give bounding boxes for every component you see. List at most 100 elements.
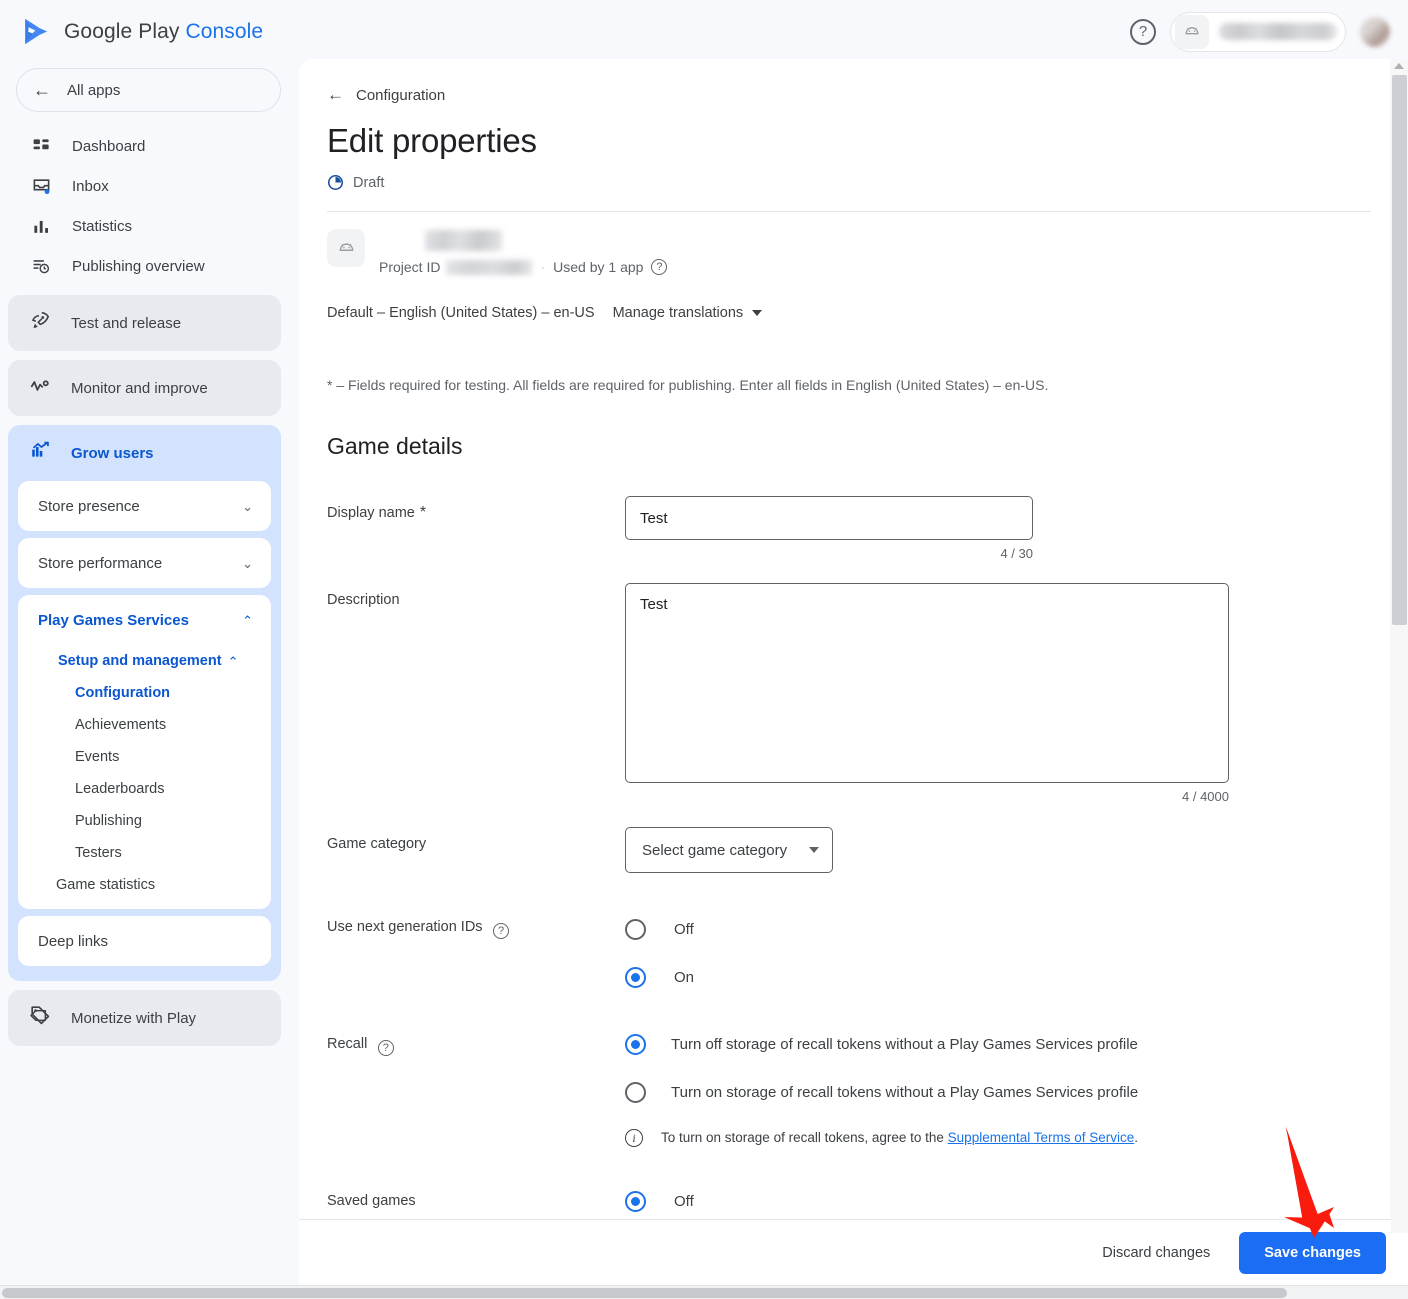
field-label-wrap: Recall ? [327,1034,625,1147]
sidebar-item-leaderboards[interactable]: Leaderboards [18,773,271,805]
discard-changes-button[interactable]: Discard changes [1085,1234,1227,1272]
description-label: Description [327,592,400,608]
sidebar-section-monetize-with-play[interactable]: Monetize with Play [8,990,281,1046]
chevron-down-icon: ⌄ [242,557,253,570]
vertical-scrollbar[interactable] [1391,59,1408,1233]
vertical-scrollbar-thumb[interactable] [1392,75,1407,625]
sidebar-group-header-pgs[interactable]: Play Games Services ⌃ [18,595,271,645]
horizontal-scrollbar[interactable] [0,1285,1408,1299]
radio-icon-selected[interactable] [625,1034,646,1055]
supplemental-terms-link[interactable]: Supplemental Terms of Service [948,1130,1135,1145]
help-icon[interactable]: ? [493,923,509,939]
sidebar-section-header-grow-users[interactable]: Grow users [8,425,281,481]
help-icon[interactable]: ? [651,259,667,275]
sidebar-item-publishing[interactable]: Publishing [18,805,271,837]
sidebar-item-label: Testers [75,845,122,861]
sidebar-item-label: Events [75,749,119,765]
recall-note-suffix: . [1134,1130,1138,1145]
top-bar: Google Play Console ? [0,0,1408,63]
brand-logo-area[interactable]: Google Play Console [0,17,263,46]
sidebar-item-label: Inbox [72,178,109,195]
radio-option-next-gen-on[interactable]: On [625,967,1390,988]
sidebar-item-inbox[interactable]: Inbox [8,166,281,206]
radio-label: Off [674,1193,694,1210]
horizontal-scrollbar-thumb[interactable] [2,1288,1287,1298]
brand-word-console: Console [185,20,263,43]
sidebar-section-grow-users[interactable]: Grow users Store presence ⌄ Store perfor… [8,425,281,981]
next-generation-ids-label: Use next generation IDs [327,919,483,935]
sidebar-item-testers[interactable]: Testers [18,837,271,869]
all-apps-button[interactable]: ← All apps [16,68,281,112]
radio-option-next-gen-off[interactable]: Off [625,919,1390,940]
saved-games-label: Saved games [327,1193,416,1209]
radio-option-saved-games-off[interactable]: Off [625,1191,1390,1212]
sidebar-item-events[interactable]: Events [18,741,271,773]
sidebar-section-monitor-and-improve[interactable]: Monitor and improve [8,360,281,416]
manage-translations-button[interactable]: Manage translations [613,305,763,321]
breadcrumb[interactable]: ← Configuration [327,85,1390,105]
sidebar-item-label: Configuration [75,685,170,701]
inbox-icon [30,175,52,197]
save-changes-button[interactable]: Save changes [1239,1232,1386,1274]
sidebar-group-header[interactable]: Store performance ⌄ [18,538,271,588]
sidebar-item-achievements[interactable]: Achievements [18,709,271,741]
sidebar-item-statistics[interactable]: Statistics [8,206,281,246]
description-counter: 4 / 4000 [625,789,1229,804]
sidebar-group-play-games-services[interactable]: Play Games Services ⌃ Setup and manageme… [18,595,271,909]
app-selector-chip[interactable] [1170,12,1346,52]
sidebar-group-store-presence[interactable]: Store presence ⌄ [18,481,271,531]
default-locale-label: Default – English (United States) – en-U… [327,305,595,321]
app-icon-placeholder [327,229,365,267]
field-row-display-name: Display name* 4 / 30 [327,496,1390,561]
sidebar-group-label: Deep links [38,933,108,950]
recall-note-prefix: To turn on storage of recall tokens, agr… [661,1130,948,1145]
app-name-redacted [1219,23,1337,40]
sidebar-item-publishing-overview[interactable]: Publishing overview [8,246,281,286]
field-control-wrap: 4 / 30 [625,496,1390,561]
statistics-icon [30,215,52,237]
field-label-wrap: Description [327,583,625,804]
sidebar-item-game-statistics[interactable]: Game statistics [18,869,271,901]
field-control-wrap: Test 4 / 4000 [625,583,1390,804]
sidebar-section-test-and-release[interactable]: Test and release [8,295,281,351]
sidebar-item-configuration[interactable]: Configuration [18,677,271,709]
field-row-game-category: Game category Select game category [327,827,1390,873]
field-label-wrap: Game category [327,827,625,873]
main-content: ← Configuration Edit properties Draft [299,59,1390,1233]
radio-icon[interactable] [625,1082,646,1103]
game-category-selected-value: Select game category [642,842,787,859]
sidebar-section-header[interactable]: Test and release [8,295,281,351]
scroll-up-arrow-icon[interactable] [1394,63,1404,69]
sidebar-group-header[interactable]: Store presence ⌄ [18,481,271,531]
radio-icon-selected[interactable] [625,1191,646,1212]
manage-translations-label: Manage translations [613,305,744,321]
game-category-select[interactable]: Select game category [625,827,833,873]
sidebar-group-deep-links[interactable]: Deep links [18,916,271,966]
radio-option-recall-off[interactable]: Turn off storage of recall tokens withou… [625,1034,1390,1055]
field-row-saved-games: Saved games Off [327,1191,1390,1212]
sidebar-section-header[interactable]: Monetize with Play [8,990,281,1046]
avatar[interactable] [1360,17,1390,47]
required-marker: * [420,504,426,521]
help-icon[interactable]: ? [1130,19,1156,45]
display-name-input[interactable] [625,496,1033,540]
sidebar-item-label: Statistics [72,218,132,235]
recall-label: Recall [327,1036,367,1052]
radio-icon-selected[interactable] [625,967,646,988]
sidebar-item-dashboard[interactable]: Dashboard [8,126,281,166]
sidebar-section-header[interactable]: Monitor and improve [8,360,281,416]
description-textarea[interactable]: Test [625,583,1229,783]
radio-icon[interactable] [625,919,646,940]
sidebar-group-label: Store performance [38,555,162,572]
sidebar-subgroup-header[interactable]: Setup and management ⌃ [18,645,271,677]
help-icon[interactable]: ? [378,1040,394,1056]
radio-option-recall-on[interactable]: Turn on storage of recall tokens without… [625,1082,1390,1103]
sidebar-group-header[interactable]: Deep links [18,916,271,966]
used-by-label: Used by 1 app [553,259,643,275]
dashboard-icon [30,135,52,157]
sidebar: ← All apps Dashboard Inbox Statist [0,63,299,1233]
brand-title: Google Play Console [64,20,263,44]
sidebar-group-store-performance[interactable]: Store performance ⌄ [18,538,271,588]
android-glyph-icon [1182,22,1202,42]
sidebar-section-label: Monitor and improve [71,380,208,397]
